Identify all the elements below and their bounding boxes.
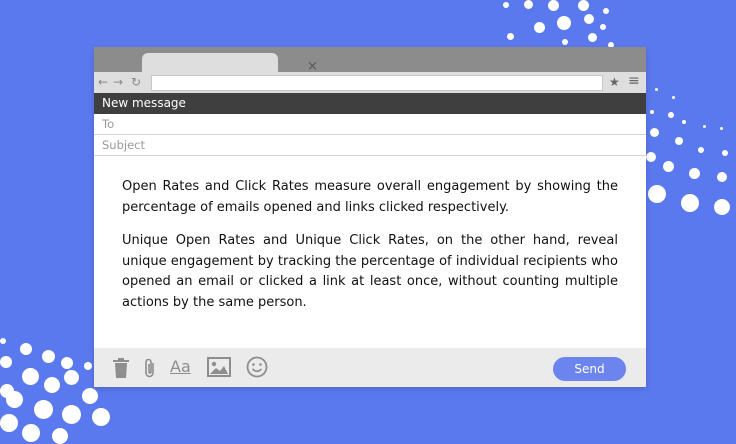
address-bar[interactable] [151,75,603,91]
subject-placeholder: Subject [102,138,145,152]
back-icon[interactable]: ← [98,74,108,90]
message-paragraph-1: Open Rates and Click Rates measure overa… [122,179,618,215]
compose-header: New message [94,93,646,114]
message-body[interactable]: Open Rates and Click Rates measure overa… [122,177,618,326]
text-format-icon[interactable]: Aa [170,357,191,376]
subject-field[interactable]: Subject [94,135,646,156]
to-field[interactable]: To [94,114,646,135]
compose-footer: Aa Send [94,348,646,387]
email-compose-window: × ← → ↻ ★ ≡ New message To Subject Open … [94,47,646,387]
paperclip-icon[interactable] [143,358,157,382]
emoji-icon[interactable] [246,356,268,382]
star-icon[interactable]: ★ [609,74,620,90]
trash-icon[interactable] [112,358,130,382]
browser-tab[interactable]: × [142,53,318,74]
browser-toolbar: ← → ↻ ★ ≡ [94,72,646,93]
menu-icon[interactable]: ≡ [628,73,640,89]
send-button[interactable]: Send [553,357,626,381]
message-paragraph-2: Unique Open Rates and Unique Click Rates… [122,233,618,310]
compose-title: New message [102,96,186,110]
reload-icon[interactable]: ↻ [131,74,141,90]
image-icon[interactable] [207,357,231,381]
to-placeholder: To [102,117,115,131]
browser-tab-bar: × [94,47,646,74]
forward-icon[interactable]: → [113,74,123,90]
